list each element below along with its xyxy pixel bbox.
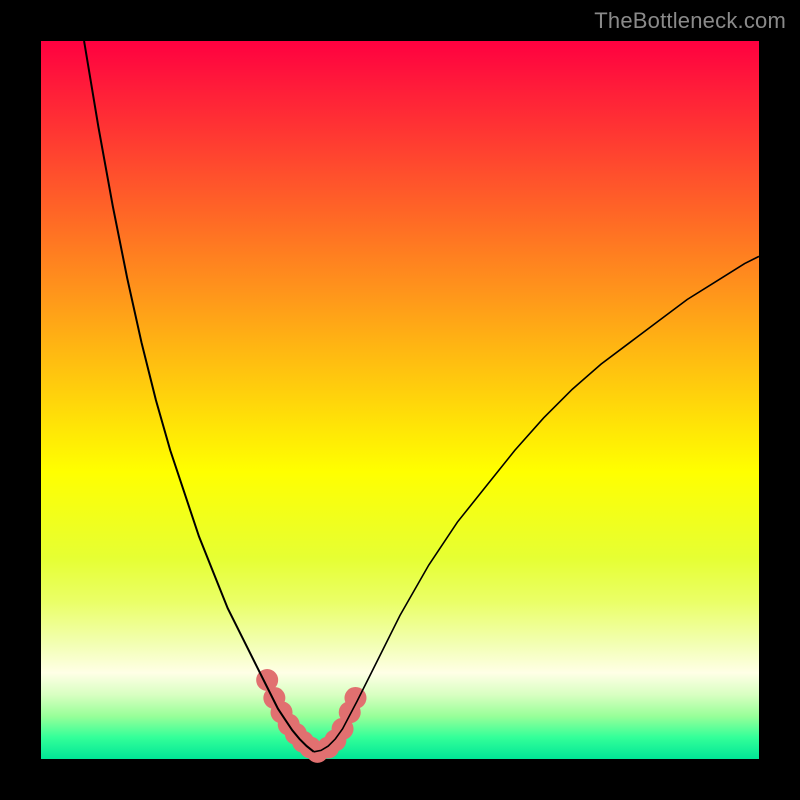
curve-layer [41,41,759,759]
right-branch-curve [314,256,759,751]
chart-frame: TheBottleneck.com [0,0,800,800]
watermark-text: TheBottleneck.com [594,8,786,34]
plot-area [41,41,759,759]
left-branch-curve [84,41,314,752]
